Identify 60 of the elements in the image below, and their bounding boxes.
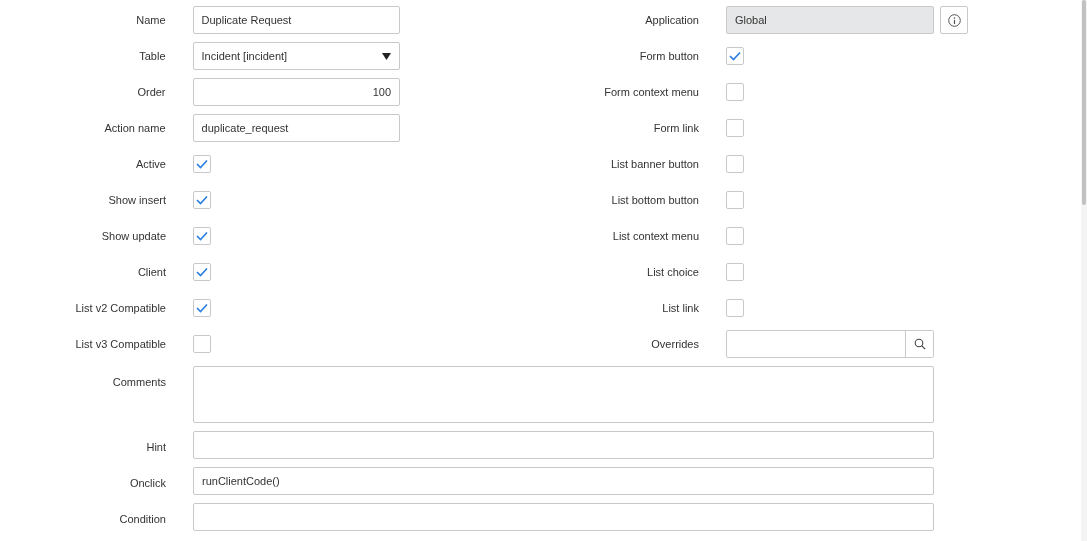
field-label: Action name <box>103 120 166 136</box>
dropdown-field[interactable]: Incident [incident] <box>192 42 400 70</box>
field-label: List context menu <box>611 228 699 244</box>
search-button[interactable] <box>905 331 933 357</box>
checkbox[interactable] <box>726 155 744 173</box>
checkbox[interactable] <box>193 299 211 317</box>
field-label: Overrides <box>650 336 699 352</box>
input-field[interactable] <box>193 431 934 459</box>
checkbox[interactable] <box>726 227 744 245</box>
field-label: Table <box>138 48 166 64</box>
field-label: Form button <box>638 48 699 64</box>
input-field: Global <box>726 6 934 34</box>
checkbox[interactable] <box>193 335 211 353</box>
scrollbar-thumb[interactable] <box>1082 0 1086 205</box>
input-field[interactable] <box>193 503 934 531</box>
checkbox[interactable] <box>193 263 211 281</box>
field-label: Application <box>644 12 699 28</box>
checkbox[interactable] <box>726 263 744 281</box>
checkbox[interactable] <box>726 299 744 317</box>
field-label: List v3 Compatible <box>74 336 166 352</box>
field-label: Condition <box>118 512 166 527</box>
field-label: Order <box>136 84 166 100</box>
checkmark-icon <box>196 159 208 169</box>
checkbox[interactable] <box>726 119 744 137</box>
field-label: Comments <box>111 375 166 390</box>
field-label: Show insert <box>107 192 166 208</box>
field-label: Show update <box>100 228 166 244</box>
checkbox[interactable] <box>193 155 211 173</box>
field-label: List bottom button <box>610 192 699 208</box>
checkmark-icon <box>729 51 741 61</box>
input-field[interactable]: duplicate_request <box>192 114 400 142</box>
field-label: Name <box>135 12 166 28</box>
search-field[interactable] <box>726 330 934 358</box>
field-label: List link <box>661 300 699 316</box>
input-field[interactable]: runClientCode() <box>193 467 934 495</box>
checkmark-icon <box>196 231 208 241</box>
checkbox[interactable] <box>193 191 211 209</box>
input-field[interactable]: 100 <box>192 78 400 106</box>
text-area[interactable] <box>193 366 934 423</box>
field-label: List choice <box>646 264 699 280</box>
checkbox[interactable] <box>726 191 744 209</box>
field-label: Form link <box>652 120 699 136</box>
field-label: Active <box>135 156 166 172</box>
info-button[interactable] <box>940 6 968 34</box>
caret-icon <box>382 52 391 60</box>
field-label: List banner button <box>609 156 699 172</box>
field-label: List v2 Compatible <box>74 300 166 316</box>
checkmark-icon <box>196 267 208 277</box>
checkbox[interactable] <box>726 47 744 65</box>
checkbox[interactable] <box>726 83 744 101</box>
checkmark-icon <box>196 195 208 205</box>
checkmark-icon <box>196 303 208 313</box>
field-label: Client <box>136 264 166 280</box>
info-icon <box>947 13 961 27</box>
field-label: Hint <box>145 440 166 455</box>
search-icon <box>913 338 926 350</box>
checkbox[interactable] <box>193 227 211 245</box>
field-label: Form context menu <box>603 84 699 100</box>
input-field[interactable]: Duplicate Request <box>192 6 400 34</box>
field-label: Onclick <box>128 476 166 491</box>
